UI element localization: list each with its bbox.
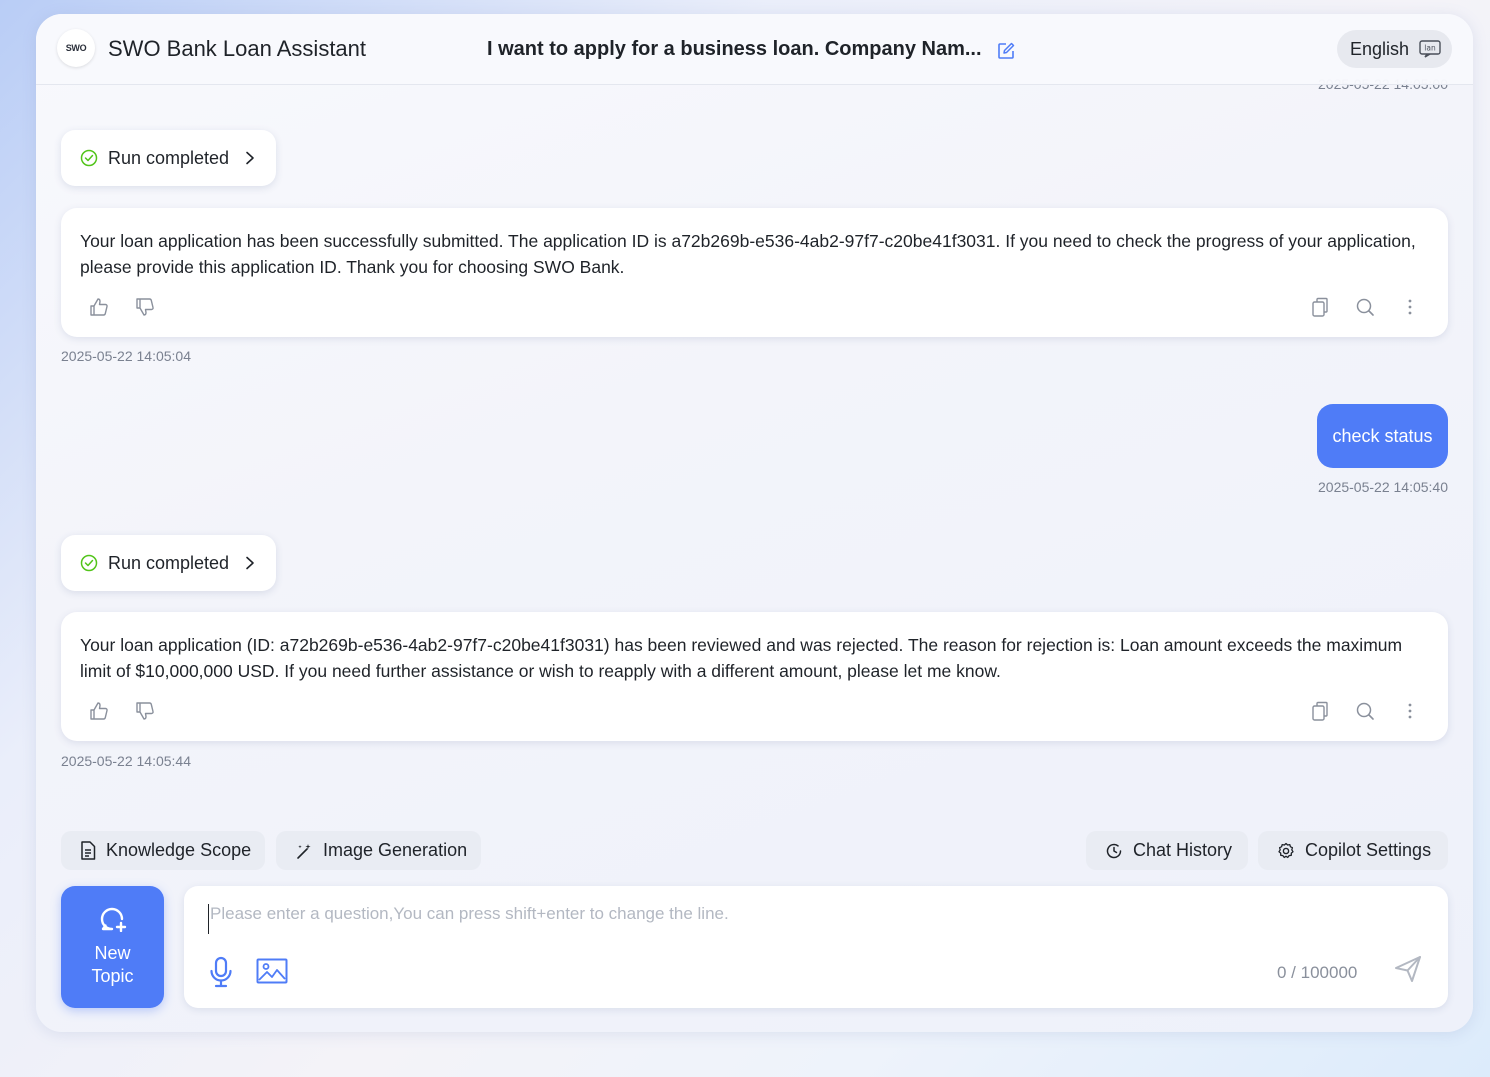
edit-icon[interactable] xyxy=(996,41,1016,61)
check-circle-icon xyxy=(80,149,98,167)
feedback-actions xyxy=(89,297,155,317)
run-status-chip[interactable]: Run completed xyxy=(61,535,276,591)
chat-history-button[interactable]: Chat History xyxy=(1086,831,1248,870)
image-generation-button[interactable]: Image Generation xyxy=(276,831,481,870)
search-icon[interactable] xyxy=(1355,701,1375,721)
image-upload-icon[interactable] xyxy=(256,958,288,984)
knowledge-scope-button[interactable]: Knowledge Scope xyxy=(61,831,265,870)
run-status-chip[interactable]: Run completed xyxy=(61,130,276,186)
new-topic-label-line1: New xyxy=(94,943,131,963)
send-icon[interactable] xyxy=(1393,954,1423,984)
chat-panel: SWO SWO Bank Loan Assistant I want to ap… xyxy=(36,14,1473,1032)
image-generation-label: Image Generation xyxy=(323,840,468,860)
new-topic-label-line2: Topic xyxy=(91,966,134,986)
assistant-message: Your loan application (ID: a72b269b-e536… xyxy=(61,612,1448,741)
new-topic-button[interactable]: New Topic xyxy=(61,886,164,1008)
message-input[interactable] xyxy=(208,904,1410,934)
thumbs-down-icon[interactable] xyxy=(135,297,155,317)
more-options-icon[interactable] xyxy=(1400,297,1420,317)
chevron-right-icon xyxy=(246,151,254,165)
message-tools xyxy=(1310,297,1420,317)
app-title: SWO Bank Loan Assistant xyxy=(108,36,367,61)
language-label: English xyxy=(1350,38,1410,59)
user-message: check status xyxy=(1317,404,1448,468)
magic-wand-icon xyxy=(297,843,311,859)
more-options-icon[interactable] xyxy=(1400,701,1420,721)
chevron-right-icon xyxy=(246,556,254,570)
message-timestamp: 2025-05-22 14:05:04 xyxy=(61,348,191,364)
logo-text: SWO xyxy=(65,43,87,53)
history-icon xyxy=(1106,843,1122,858)
header: SWO SWO Bank Loan Assistant I want to ap… xyxy=(36,14,1473,85)
assistant-message-text: Your loan application has been successfu… xyxy=(80,231,1416,277)
character-counter: 0 / 100000 xyxy=(1277,963,1358,982)
message-composer: 0 / 100000 xyxy=(184,886,1448,1008)
copy-icon[interactable] xyxy=(1310,297,1330,317)
assistant-message-text: Your loan application (ID: a72b269b-e536… xyxy=(80,635,1403,681)
run-status-label: Run completed xyxy=(108,147,230,168)
thumbs-up-icon[interactable] xyxy=(89,701,109,721)
microphone-icon[interactable] xyxy=(208,956,234,988)
topic-title: I want to apply for a business loan. Com… xyxy=(487,38,982,60)
language-icon: lan xyxy=(1419,40,1441,58)
user-message-text: check status xyxy=(1332,425,1433,446)
check-circle-icon xyxy=(80,554,98,572)
document-icon xyxy=(81,841,96,860)
feedback-actions xyxy=(89,701,155,721)
svg-text:lan: lan xyxy=(1424,44,1436,53)
thumbs-up-icon[interactable] xyxy=(89,297,109,317)
chat-history-label: Chat History xyxy=(1133,840,1233,860)
thumbs-down-icon[interactable] xyxy=(135,701,155,721)
new-chat-icon xyxy=(100,907,126,932)
knowledge-scope-label: Knowledge Scope xyxy=(106,840,252,860)
gear-icon xyxy=(1278,842,1294,858)
search-icon[interactable] xyxy=(1355,297,1375,317)
message-timestamp: 2025-05-22 14:05:40 xyxy=(1318,479,1448,495)
copilot-settings-label: Copilot Settings xyxy=(1305,840,1432,860)
bank-logo: SWO xyxy=(57,29,95,67)
message-tools xyxy=(1310,701,1420,721)
run-status-label: Run completed xyxy=(108,552,230,573)
language-selector[interactable]: English lan xyxy=(1337,30,1452,68)
message-timestamp: 2025-05-22 14:05:44 xyxy=(61,753,191,769)
copy-icon[interactable] xyxy=(1310,701,1330,721)
copilot-settings-button[interactable]: Copilot Settings xyxy=(1258,831,1448,870)
assistant-message: Your loan application has been successfu… xyxy=(61,208,1448,337)
